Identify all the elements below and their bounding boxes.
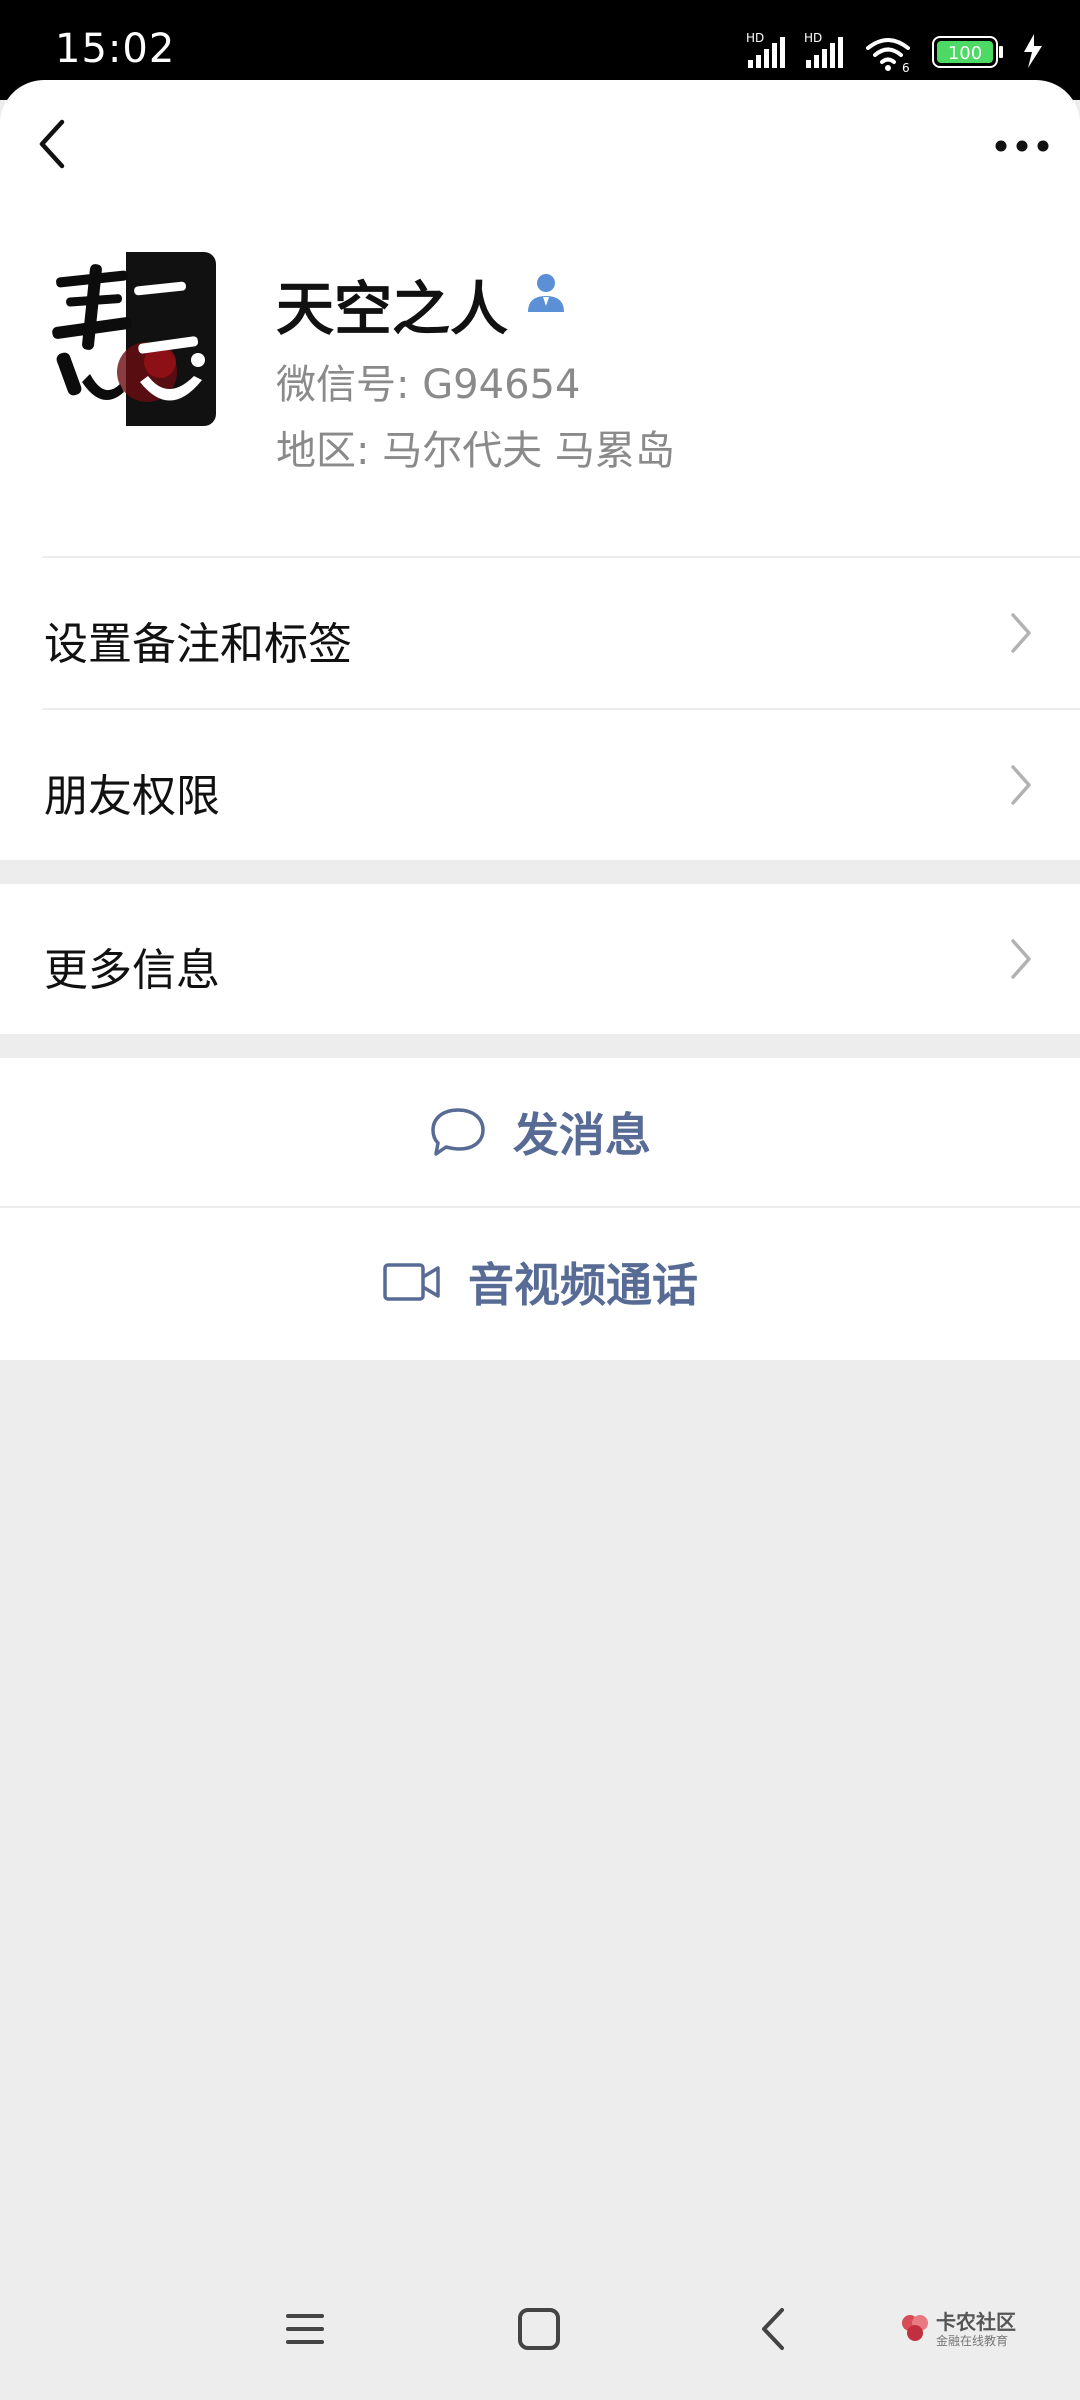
region: 地区: 马尔代夫 马累岛 <box>276 428 675 474</box>
remark-tags-label: 设置备注和标签 <box>44 619 352 670</box>
friend-permissions-row[interactable]: 朋友权限 <box>0 710 1080 860</box>
chevron-right-icon <box>1011 765 1031 805</box>
video-call-button[interactable]: 音视频通话 <box>0 1208 1080 1356</box>
status-icons: HD HD 6 100 <box>746 31 1042 74</box>
watermark-title: 卡农社区 <box>936 2310 1016 2334</box>
more-info-label: 更多信息 <box>44 945 220 996</box>
status-time: 15:02 <box>55 26 176 72</box>
community-logo-icon <box>902 2315 928 2341</box>
send-message-button[interactable]: 发消息 <box>0 1058 1080 1206</box>
section-gap <box>0 860 1080 884</box>
more-info-row[interactable]: 更多信息 <box>0 884 1080 1034</box>
more-button[interactable] <box>992 118 1052 174</box>
video-camera-icon <box>383 1263 440 1301</box>
signal-label-2: HD <box>804 31 822 45</box>
person-icon <box>528 274 564 312</box>
avatar-image <box>42 252 216 426</box>
remark-tags-row[interactable]: 设置备注和标签 <box>0 558 1080 708</box>
send-message-label: 发消息 <box>513 1108 651 1162</box>
signal-label-1: HD <box>746 31 764 45</box>
chat-bubble-icon <box>431 1108 485 1156</box>
video-call-label: 音视频通话 <box>468 1258 698 1312</box>
charging-icon <box>1024 34 1042 68</box>
svg-text:100: 100 <box>948 43 982 64</box>
wechat-id: 微信号: G94654 <box>276 362 581 408</box>
chevron-right-icon <box>1011 613 1031 653</box>
back-nav-icon[interactable] <box>752 2306 798 2352</box>
watermark-logo: 卡农社区 金融在线教育 <box>898 2306 1028 2350</box>
battery-icon: 100 <box>932 36 1003 68</box>
profile-name: 天空之人 <box>276 275 509 343</box>
chevron-left-icon <box>39 119 65 169</box>
menu-icon[interactable] <box>282 2306 328 2352</box>
avatar[interactable] <box>42 252 216 426</box>
svg-text:6: 6 <box>902 61 910 74</box>
section-gap <box>0 1034 1080 1058</box>
more-horizontal-icon <box>995 140 1049 152</box>
signal-icon: HD <box>804 31 843 68</box>
wifi-icon: 6 <box>866 38 910 74</box>
signal-icon: HD <box>746 31 785 68</box>
home-icon[interactable] <box>516 2306 562 2352</box>
friend-permissions-label: 朋友权限 <box>44 771 220 822</box>
watermark-subtitle: 金融在线教育 <box>936 2334 1009 2348</box>
back-button[interactable] <box>28 112 84 176</box>
chevron-right-icon <box>1011 939 1031 979</box>
